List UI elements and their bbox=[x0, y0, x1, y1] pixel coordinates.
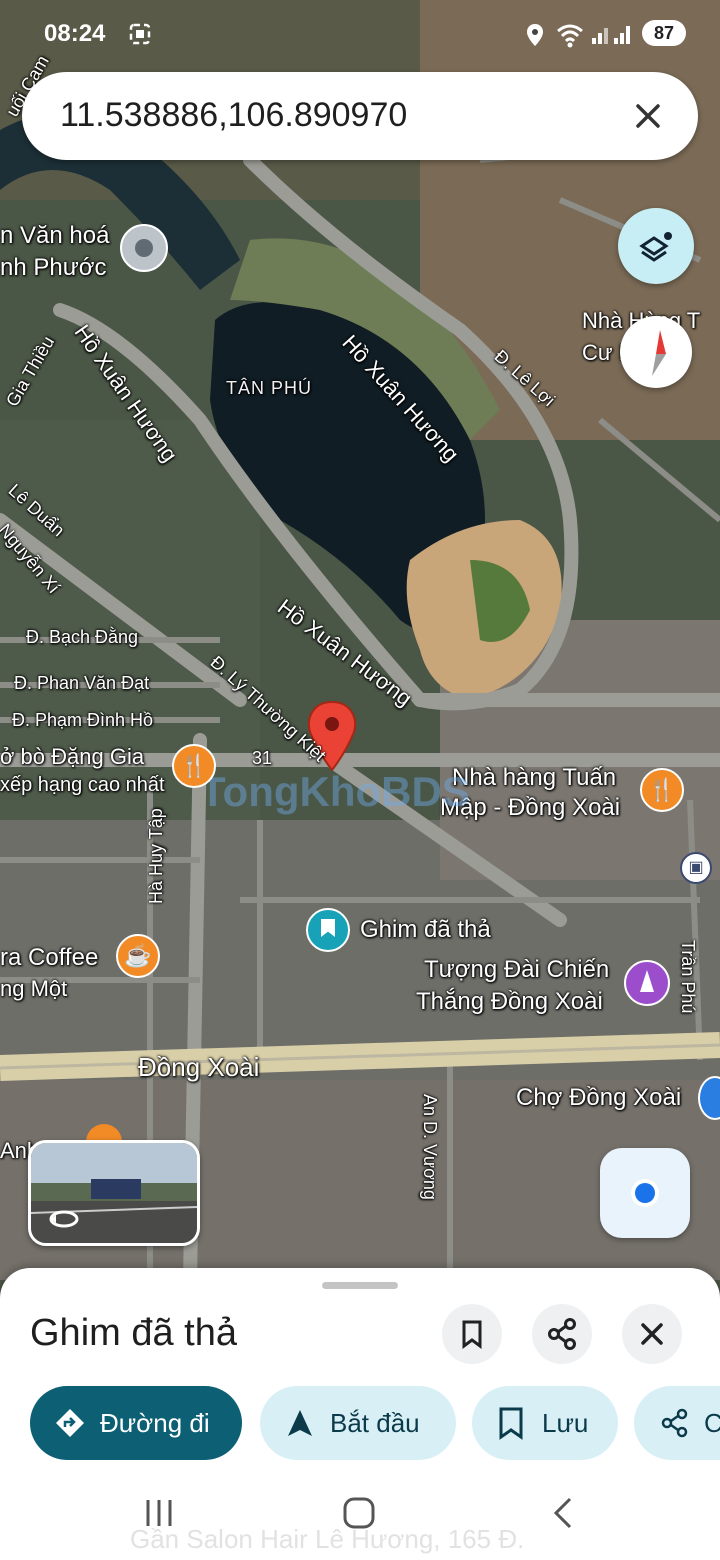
poi-label[interactable]: n Văn hoá bbox=[0, 222, 109, 250]
place-title: Ghim đã thả bbox=[30, 1312, 237, 1354]
layers-button[interactable] bbox=[618, 208, 694, 284]
clock: 08:24 bbox=[44, 20, 106, 47]
culture-center-pin-icon[interactable] bbox=[120, 224, 168, 272]
place-address: Gần Salon Hair Lê Hương, 165 Đ. bbox=[130, 1524, 525, 1554]
share-icon bbox=[548, 1318, 576, 1350]
poi-label[interactable]: Nhà hàng Tuấn bbox=[452, 764, 616, 792]
street-label: Hà Huy Tập bbox=[146, 808, 166, 904]
poi-label[interactable]: ng Một bbox=[0, 976, 67, 1002]
poi-label[interactable]: ra Coffee bbox=[0, 944, 98, 972]
street-label: Đồng Xoài bbox=[138, 1052, 260, 1082]
compass-icon bbox=[652, 330, 666, 376]
close-icon bbox=[641, 1323, 663, 1345]
poi-label[interactable]: Tượng Đài Chiến bbox=[424, 956, 609, 984]
street-label: Đ. Phạm Đình Hồ bbox=[12, 710, 154, 730]
layers-icon bbox=[639, 232, 672, 262]
navigation-arrow-icon bbox=[288, 1410, 312, 1436]
my-location-button[interactable] bbox=[600, 1148, 690, 1238]
wifi-icon bbox=[556, 22, 584, 53]
search-bar[interactable]: 11.538886,106.890970 bbox=[22, 72, 698, 160]
poi-label[interactable]: Ghim đã thả bbox=[360, 916, 491, 944]
start-button[interactable]: Bắt đầu bbox=[260, 1386, 456, 1460]
share-label: C bbox=[704, 1408, 720, 1438]
save-button[interactable]: Lưu bbox=[472, 1386, 618, 1460]
directions-button[interactable]: Đường đi bbox=[30, 1386, 242, 1460]
poi-label[interactable]: xếp hạng cao nhất bbox=[0, 774, 165, 797]
location-icon bbox=[524, 22, 546, 53]
bookmark-icon bbox=[499, 1407, 523, 1440]
directions-label: Đường đi bbox=[100, 1408, 210, 1438]
street-label: 31 bbox=[252, 748, 273, 768]
search-query[interactable]: 11.538886,106.890970 bbox=[60, 96, 407, 135]
monument-icon[interactable] bbox=[624, 960, 670, 1006]
directions-icon bbox=[56, 1409, 84, 1437]
street-view-rotate-icon bbox=[47, 1207, 81, 1236]
restaurant-icon[interactable]: 🍴 bbox=[172, 744, 216, 788]
bookmark-pin-icon[interactable] bbox=[306, 908, 350, 952]
street-label: Đ. Phan Văn Đạt bbox=[14, 673, 150, 693]
start-label: Bắt đầu bbox=[330, 1408, 420, 1438]
signal-icon bbox=[590, 22, 634, 51]
poi-label[interactable]: nh Phước bbox=[0, 254, 107, 282]
street-label: Đ. Bạch Đằng bbox=[26, 627, 139, 647]
poi-label[interactable]: Thắng Đồng Xoài bbox=[416, 988, 603, 1016]
poi-label[interactable]: ở bò Đặng Gia bbox=[0, 744, 144, 770]
street-view-thumbnail[interactable] bbox=[28, 1140, 200, 1246]
share-icon-button[interactable] bbox=[532, 1304, 592, 1364]
bookmark-icon bbox=[462, 1320, 482, 1349]
back-icon[interactable] bbox=[546, 1496, 580, 1535]
share-button[interactable]: C bbox=[634, 1386, 720, 1460]
street-label: Trần Phú bbox=[678, 940, 698, 1014]
status-bar: 08:24 87 bbox=[0, 0, 720, 66]
my-location-icon bbox=[631, 1179, 659, 1207]
poi-label[interactable]: Chợ Đồng Xoài bbox=[516, 1084, 681, 1112]
coffee-icon[interactable]: ☕ bbox=[116, 934, 160, 978]
bus-stop-icon[interactable]: ▣ bbox=[680, 852, 712, 884]
clear-search-icon[interactable] bbox=[624, 92, 672, 140]
watermark: TongKhoBDS bbox=[200, 768, 470, 815]
compass-button[interactable] bbox=[620, 316, 692, 388]
share-icon bbox=[661, 1408, 688, 1438]
home-icon[interactable] bbox=[342, 1496, 376, 1535]
battery-indicator: 87 bbox=[642, 20, 686, 46]
close-sheet-button[interactable] bbox=[622, 1304, 682, 1364]
save-icon-button[interactable] bbox=[442, 1304, 502, 1364]
save-label: Lưu bbox=[542, 1408, 589, 1438]
screenshot-icon bbox=[128, 22, 152, 51]
restaurant-icon[interactable]: 🍴 bbox=[640, 768, 684, 812]
place-bottom-sheet[interactable]: Ghim đã thả Đường đi Bắt đầu Lưu C Gần S… bbox=[0, 1268, 720, 1560]
district-label: TÂN PHÚ bbox=[226, 378, 313, 398]
street-label: An D. Vương bbox=[420, 1094, 440, 1200]
recent-apps-icon[interactable] bbox=[142, 1496, 176, 1535]
sheet-drag-handle[interactable] bbox=[322, 1282, 398, 1289]
